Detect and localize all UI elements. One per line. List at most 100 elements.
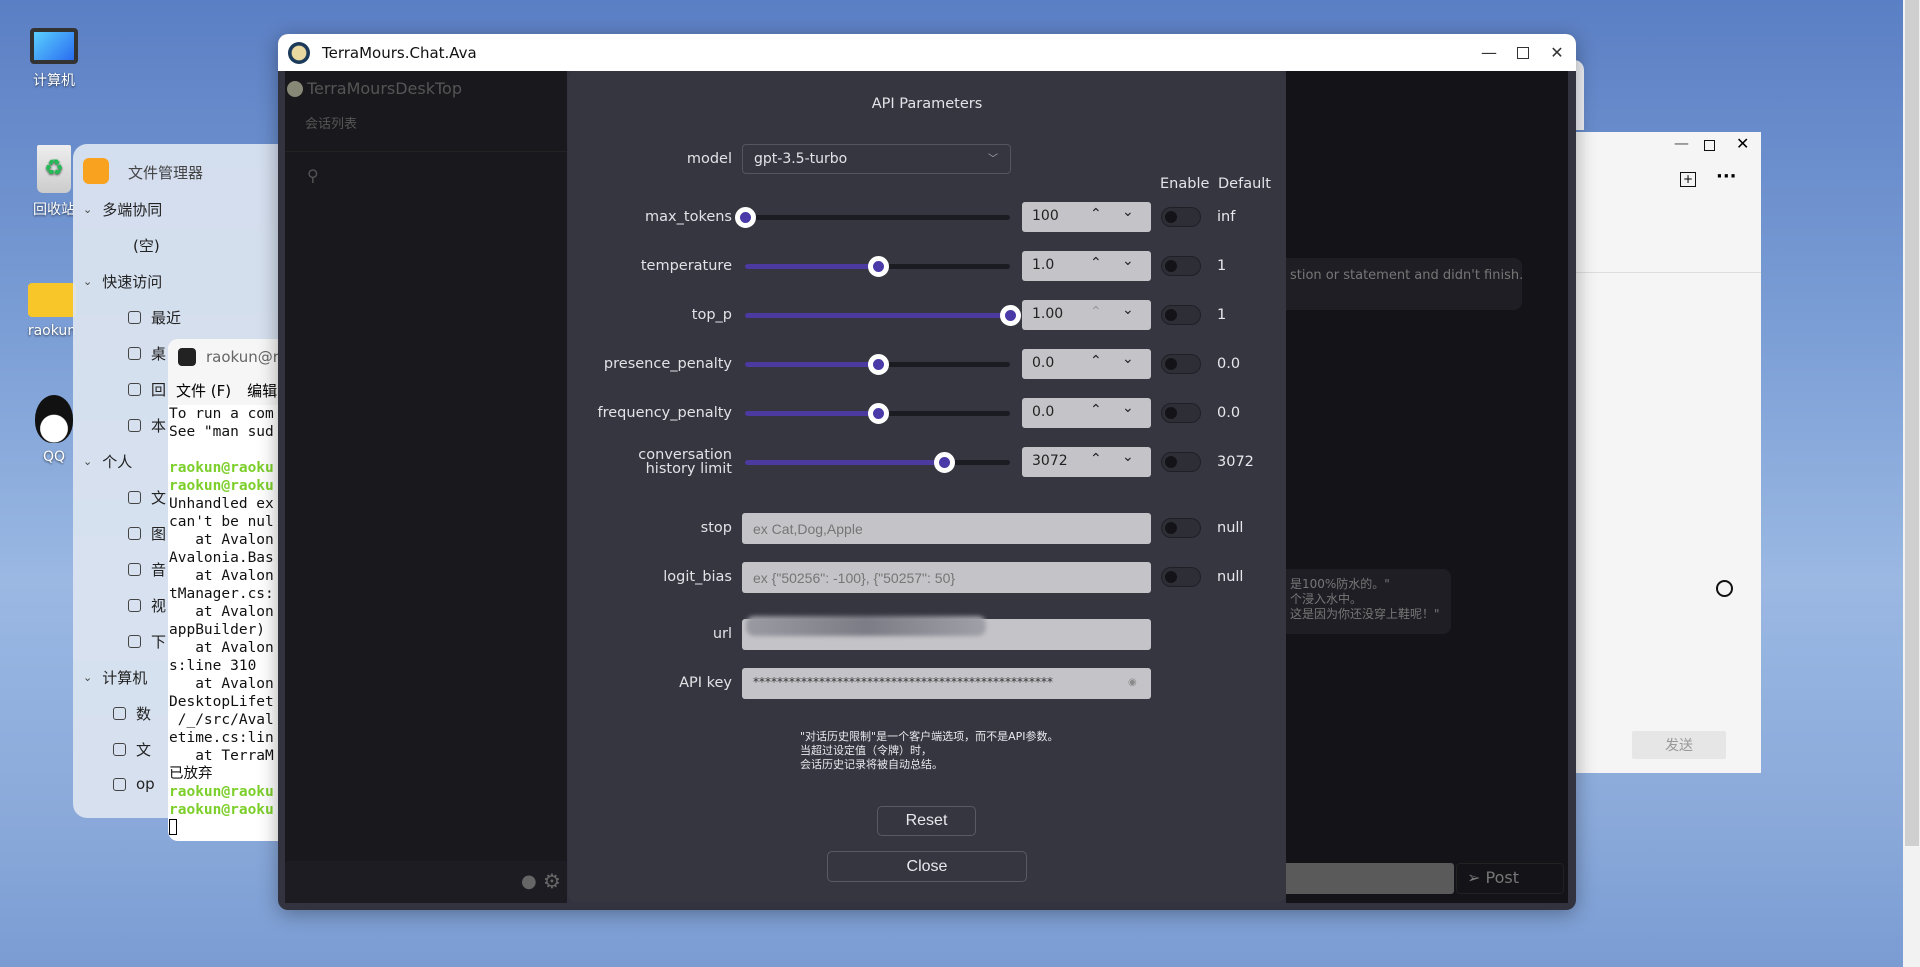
chevron-up-icon[interactable]: ⌃: [1090, 206, 1102, 222]
fm-item[interactable]: 数: [93, 703, 151, 724]
param-enable-toggle[interactable]: [1161, 354, 1201, 374]
api-key-input[interactable]: ****************************************…: [742, 668, 1151, 699]
app-name: TerraMoursDeskTop: [307, 79, 462, 98]
fm-item-icon: [113, 707, 126, 720]
fm-item[interactable]: op: [93, 775, 155, 793]
terminal-menu-file[interactable]: 文件 (F): [176, 380, 231, 401]
scrollbar[interactable]: [1903, 0, 1920, 967]
close-dialog-button[interactable]: Close: [827, 851, 1027, 882]
logit-bias-enable-toggle[interactable]: [1161, 567, 1201, 587]
param-value-spinbox[interactable]: 100 ⌃ ⌄: [1022, 202, 1151, 232]
chevron-down-icon[interactable]: ⌄: [1122, 400, 1134, 416]
terminal-output[interactable]: To run a com See "man sud raokun@raoku r…: [168, 405, 288, 840]
slider-thumb[interactable]: [867, 256, 889, 277]
slider-thumb[interactable]: [867, 403, 889, 424]
fm-item[interactable]: 文: [128, 487, 166, 508]
chevron-up-icon[interactable]: ⌃: [1090, 402, 1102, 418]
model-select[interactable]: gpt-3.5-turbo ﹀: [742, 144, 1011, 174]
chevron-down-icon[interactable]: ⌄: [83, 671, 92, 684]
fm-section-2[interactable]: ⌄ 个人: [83, 451, 132, 472]
maximize-icon[interactable]: [1704, 140, 1715, 151]
fm-item[interactable]: 视: [128, 595, 166, 616]
fm-item[interactable]: 图: [128, 523, 166, 544]
fm-item-label: 下: [151, 633, 167, 651]
param-label: max_tokens: [645, 209, 732, 225]
chevron-down-icon[interactable]: ⌄: [1122, 204, 1134, 220]
chevron-down-icon[interactable]: ⌄: [1122, 351, 1134, 367]
stop-enable-toggle[interactable]: [1161, 518, 1201, 538]
dialog-title: API Parameters: [871, 96, 983, 112]
terminal-window: raokun@r 文件 (F) 编辑 To run a com See "man …: [168, 339, 288, 841]
param-value-spinbox[interactable]: 3072 ⌃ ⌄: [1022, 447, 1151, 477]
chevron-down-icon[interactable]: ⌄: [83, 275, 92, 288]
param-value-spinbox[interactable]: 1.0 ⌃ ⌄: [1022, 251, 1151, 281]
param-slider[interactable]: [745, 256, 1010, 277]
slider-thumb[interactable]: [867, 354, 889, 375]
more-icon[interactable]: ···: [1716, 166, 1737, 187]
fm-item-label: 视: [151, 597, 167, 615]
slider-thumb[interactable]: [735, 207, 756, 228]
chevron-down-icon[interactable]: ⌄: [83, 203, 92, 216]
param-slider[interactable]: [745, 403, 1010, 424]
fm-item[interactable]: 最近: [128, 307, 181, 328]
chevron-up-icon[interactable]: ⌃: [1090, 304, 1102, 320]
close-icon[interactable]: ✕: [1736, 134, 1749, 153]
stop-input[interactable]: [742, 513, 1151, 544]
chevron-up-icon[interactable]: ⌃: [1090, 255, 1102, 271]
chevron-down-icon[interactable]: ⌄: [83, 455, 92, 468]
fm-item[interactable]: 桌: [128, 343, 166, 364]
param-slider[interactable]: [745, 452, 1010, 473]
param-label: frequency_penalty: [597, 405, 732, 421]
fm-item[interactable]: 本: [128, 415, 166, 436]
user-icon[interactable]: ●: [521, 871, 537, 892]
terminal-line: at Avalon: [169, 604, 274, 620]
chevron-down-icon[interactable]: ⌄: [1122, 302, 1134, 318]
maximize-button[interactable]: [1512, 42, 1534, 64]
send-button[interactable]: 发送: [1632, 731, 1726, 759]
fm-item[interactable]: 下: [128, 631, 166, 652]
logit-bias-input[interactable]: [742, 562, 1151, 593]
param-value-spinbox[interactable]: 0.0 ⌃ ⌄: [1022, 398, 1151, 428]
param-enable-toggle[interactable]: [1161, 207, 1201, 227]
chevron-down-icon[interactable]: ⌄: [1122, 449, 1134, 465]
param-slider[interactable]: [745, 354, 1010, 375]
close-button[interactable]: ✕: [1546, 42, 1568, 64]
new-chat-icon[interactable]: +: [1680, 172, 1696, 187]
param-enable-toggle[interactable]: [1161, 256, 1201, 276]
chevron-up-icon[interactable]: ⌃: [1090, 353, 1102, 369]
slider-thumb[interactable]: [933, 452, 955, 473]
minimize-button[interactable]: —: [1478, 42, 1500, 64]
fm-section-3[interactable]: ⌄ 计算机: [83, 667, 147, 688]
param-enable-toggle[interactable]: [1161, 452, 1201, 472]
param-value-spinbox[interactable]: 0.0 ⌃ ⌄: [1022, 349, 1151, 379]
param-enable-toggle[interactable]: [1161, 403, 1201, 423]
message-input[interactable]: [1286, 863, 1454, 894]
param-enable-toggle[interactable]: [1161, 305, 1201, 325]
slider-thumb[interactable]: [1000, 305, 1021, 326]
chat-area: stion or statement and didn't finish. 是1…: [1286, 71, 1568, 903]
param-slider[interactable]: [735, 207, 1010, 228]
qq-penguin-icon: [35, 395, 73, 443]
fm-section-1[interactable]: ⌄ 快速访问: [83, 271, 162, 292]
reset-button[interactable]: Reset: [877, 806, 976, 836]
fm-item[interactable]: (空): [133, 235, 160, 256]
chevron-up-icon[interactable]: ⌃: [1090, 451, 1102, 467]
fm-item[interactable]: 文: [93, 739, 151, 760]
history-clock-icon[interactable]: [1716, 580, 1733, 597]
param-default: inf: [1217, 209, 1236, 225]
terminal-menu-edit[interactable]: 编辑: [247, 380, 277, 401]
settings-gear-icon[interactable]: ⚙: [543, 869, 561, 893]
desktop-icon-computer[interactable]: 计算机: [14, 22, 94, 90]
search-icon[interactable]: ⚲: [307, 166, 319, 185]
post-button[interactable]: ➢ Post: [1456, 863, 1564, 894]
param-value-spinbox[interactable]: 1.00 ⌃ ⌄: [1022, 300, 1151, 330]
fm-item[interactable]: 音: [128, 559, 166, 580]
fm-item[interactable]: 回: [128, 379, 166, 400]
param-slider[interactable]: [745, 305, 1021, 326]
reveal-eye-icon[interactable]: ◉: [1128, 677, 1137, 688]
fm-section-0[interactable]: ⌄ 多端协同: [83, 199, 162, 220]
minimize-icon[interactable]: —: [1674, 134, 1689, 152]
enable-header: Enable: [1160, 176, 1210, 192]
chevron-down-icon[interactable]: ⌄: [1122, 253, 1134, 269]
slider-fill: [745, 460, 944, 465]
